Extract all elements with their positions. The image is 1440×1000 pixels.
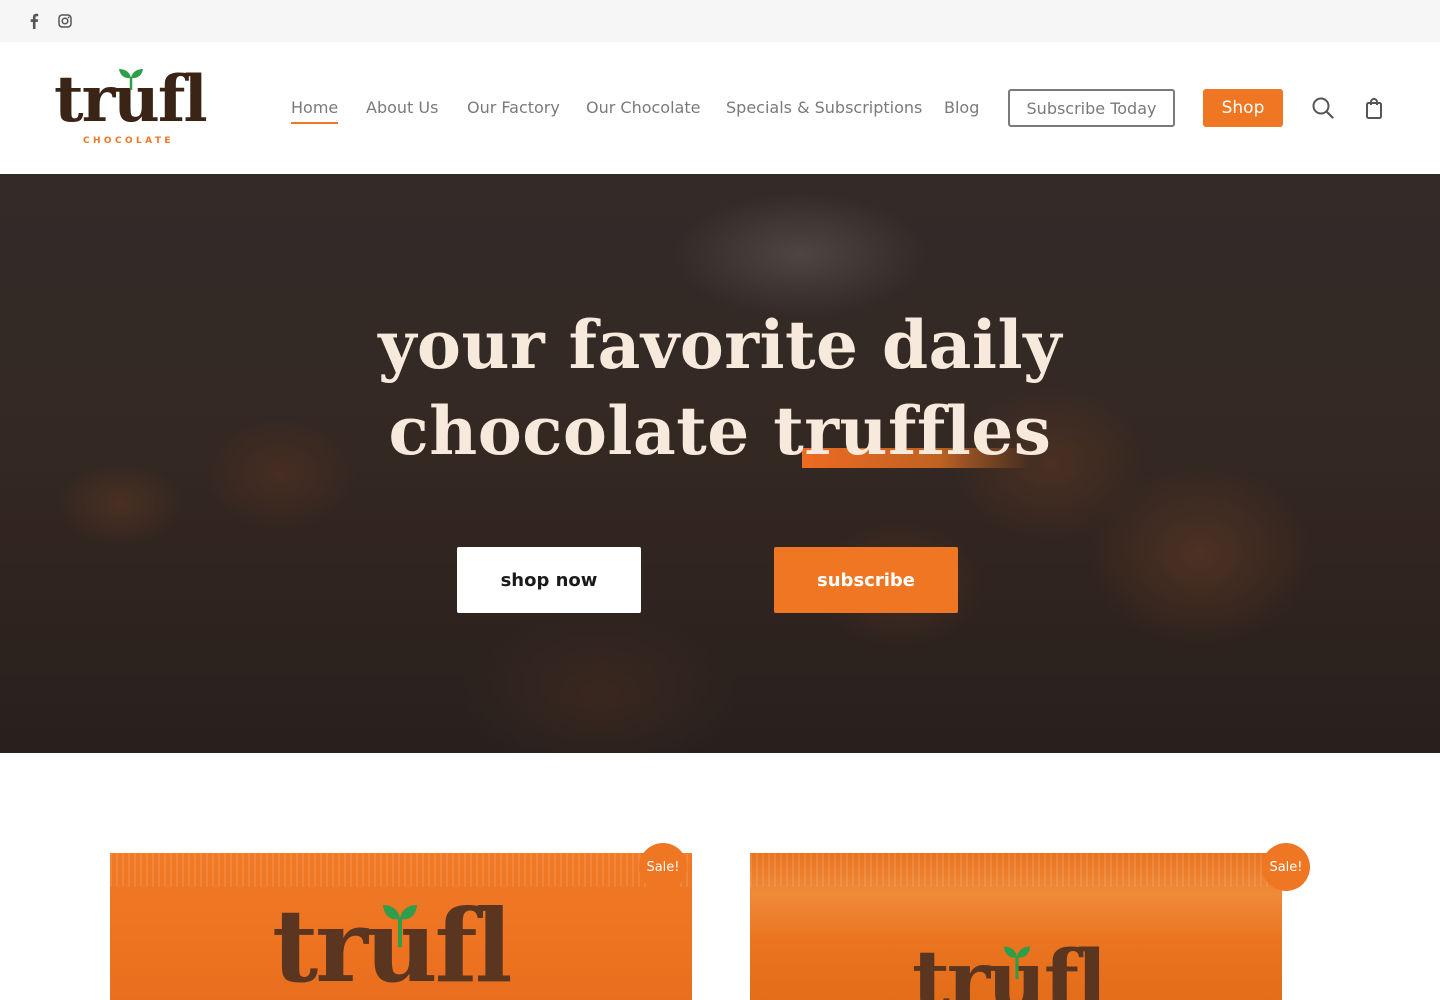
top-social-bar (0, 0, 1440, 42)
leaf-icon (1003, 946, 1031, 979)
nav-item-blog[interactable]: Blog (944, 96, 979, 120)
subscribe-button[interactable]: subscribe (774, 547, 958, 613)
product-card[interactable]: trufl (750, 853, 1282, 1000)
shop-now-button[interactable]: shop now (457, 547, 641, 613)
hero-title-line-2: chocolate truffles (388, 392, 1052, 470)
site-logo[interactable]: trufl CHOCOLATE (54, 62, 208, 152)
leaf-icon (119, 69, 143, 90)
nav-item-specials-subscriptions[interactable]: Specials & Subscriptions (726, 96, 922, 120)
sale-badge: Sale! (1262, 843, 1310, 891)
product-card[interactable]: trufl (110, 853, 692, 1000)
nav-item-our-chocolate[interactable]: Our Chocolate (586, 96, 700, 120)
sale-badge: Sale! (639, 843, 687, 891)
bag-seal-strip (110, 853, 692, 887)
search-icon[interactable] (1310, 95, 1336, 121)
site-header: trufl CHOCOLATE Home About Us Our Factor… (0, 42, 1440, 174)
bag-seal-strip (750, 853, 1282, 887)
nav-item-about-us[interactable]: About Us (366, 96, 438, 120)
product-image[interactable]: trufl (750, 853, 1282, 1000)
shop-button[interactable]: Shop (1203, 89, 1283, 127)
cart-bag-icon[interactable] (1361, 95, 1387, 121)
hero-title-line-1: your favorite daily (378, 306, 1062, 384)
subscribe-today-button[interactable]: Subscribe Today (1008, 89, 1175, 127)
instagram-icon[interactable] (54, 10, 76, 32)
hero-title: your favorite daily chocolate truffles (0, 302, 1440, 474)
hero-banner: your favorite daily chocolate truffles s… (0, 174, 1440, 753)
nav-item-home[interactable]: Home (291, 96, 339, 124)
facebook-icon[interactable] (23, 10, 45, 32)
logo-subtitle: CHOCOLATE (83, 136, 174, 146)
leaf-icon (383, 905, 417, 947)
product-image[interactable]: trufl (110, 853, 692, 1000)
nav-item-our-factory[interactable]: Our Factory (467, 96, 560, 120)
